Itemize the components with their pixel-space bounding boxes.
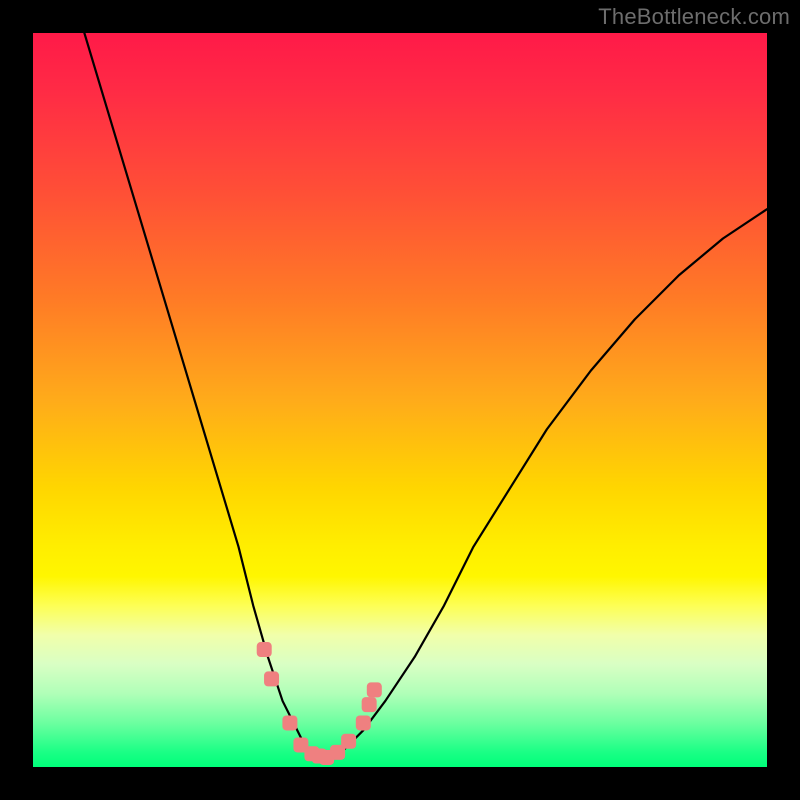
optimum-marker	[282, 715, 297, 730]
optimum-marker	[257, 642, 272, 657]
chart-svg	[33, 33, 767, 767]
watermark-text: TheBottleneck.com	[598, 4, 790, 30]
plot-area	[33, 33, 767, 767]
optimum-marker	[367, 682, 382, 697]
bottleneck-curve	[84, 33, 767, 758]
optimum-marker	[264, 671, 279, 686]
curve-layer	[84, 33, 767, 758]
chart-frame: TheBottleneck.com	[0, 0, 800, 800]
optimum-marker	[362, 697, 377, 712]
optimum-marker	[341, 734, 356, 749]
marker-layer	[257, 642, 382, 765]
optimum-marker	[356, 715, 371, 730]
